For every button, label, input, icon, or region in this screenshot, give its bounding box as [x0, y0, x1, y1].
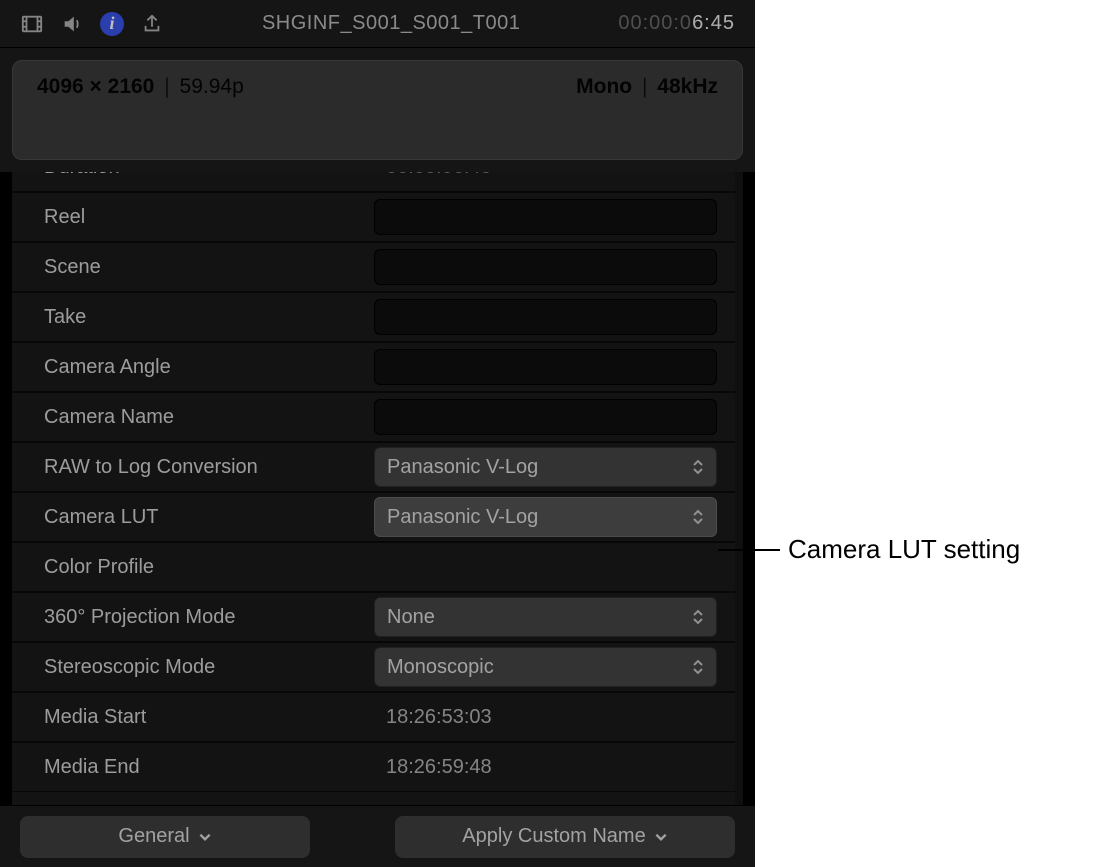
summary-fps: 59.94p	[180, 75, 244, 98]
info-icon[interactable]: i	[100, 12, 124, 36]
input-camera-angle[interactable]	[374, 349, 717, 385]
clip-title: SHGINF_S001_S001_T001	[180, 12, 602, 35]
popup-projection[interactable]: None	[374, 597, 717, 637]
row-scene: Scene	[12, 242, 735, 292]
popup-stereo[interactable]: Monoscopic	[374, 647, 717, 687]
label-camera-name: Camera Name	[44, 406, 374, 429]
label-scene: Scene	[44, 256, 374, 279]
metadata-view-label: General	[118, 825, 189, 848]
timecode-bright: 6:45	[692, 12, 735, 34]
chevron-down-icon	[654, 832, 668, 842]
chevron-updown-icon	[692, 448, 706, 486]
chevron-updown-icon	[692, 648, 706, 686]
chevron-down-icon	[198, 832, 212, 842]
apply-custom-name-button[interactable]: Apply Custom Name	[395, 816, 735, 858]
header-timecode: 00:00:06:45	[618, 12, 735, 35]
filmstrip-icon[interactable]	[20, 12, 44, 36]
timecode-dim: 00:00:0	[618, 12, 692, 34]
value-color-profile	[374, 549, 717, 585]
chevron-updown-icon	[692, 598, 706, 636]
apply-custom-name-label: Apply Custom Name	[462, 825, 645, 848]
label-duration: Duration	[44, 172, 374, 179]
row-reel: Reel	[12, 192, 735, 242]
row-media-end: Media End 18:26:59:48	[12, 742, 735, 792]
input-reel[interactable]	[374, 199, 717, 235]
metadata-rows-wrap: Duration 00:00:06:45 Reel Scene Take Cam…	[0, 172, 755, 805]
label-reel: Reel	[44, 206, 374, 229]
row-camera-angle: Camera Angle	[12, 342, 735, 392]
label-color-profile: Color Profile	[44, 556, 374, 579]
row-duration: Duration 00:00:06:45	[12, 172, 735, 192]
summary-resolution: 4096 × 2160	[37, 75, 154, 98]
value-media-start: 18:26:53:03	[374, 699, 717, 735]
metadata-view-button[interactable]: General	[20, 816, 310, 858]
label-camera-angle: Camera Angle	[44, 356, 374, 379]
label-media-start: Media Start	[44, 706, 374, 729]
label-take: Take	[44, 306, 374, 329]
clip-summary: 4096 × 2160 | 59.94p Mono | 48kHz	[12, 60, 743, 160]
summary-channels: Mono	[576, 75, 632, 98]
summary-audio: Mono | 48kHz	[576, 75, 718, 99]
speaker-icon[interactable]	[60, 12, 84, 36]
row-color-profile: Color Profile	[12, 542, 735, 592]
label-camera-lut: Camera LUT	[44, 506, 374, 529]
value-projection: None	[387, 606, 435, 629]
label-stereo: Stereoscopic Mode	[44, 656, 374, 679]
bottom-bar: General Apply Custom Name	[0, 805, 755, 867]
row-projection: 360° Projection Mode None	[12, 592, 735, 642]
label-media-end: Media End	[44, 756, 374, 779]
summary-wrap: 4096 × 2160 | 59.94p Mono | 48kHz	[0, 48, 755, 172]
callout-text: Camera LUT setting	[788, 534, 1020, 565]
chevron-updown-icon	[692, 498, 706, 536]
value-media-end: 18:26:59:48	[374, 749, 717, 785]
scrollbar[interactable]	[735, 172, 743, 805]
value-raw-to-log: Panasonic V-Log	[387, 456, 538, 479]
inspector-top-bar: i SHGINF_S001_S001_T001 00:00:06:45	[0, 0, 755, 48]
row-camera-lut: Camera LUT Panasonic V-Log	[12, 492, 735, 542]
row-stereo: Stereoscopic Mode Monoscopic	[12, 642, 735, 692]
popup-raw-to-log[interactable]: Panasonic V-Log	[374, 447, 717, 487]
label-projection: 360° Projection Mode	[44, 606, 374, 629]
callout-camera-lut: Camera LUT setting	[718, 534, 1020, 565]
input-camera-name[interactable]	[374, 399, 717, 435]
row-take: Take	[12, 292, 735, 342]
callout-line	[718, 549, 780, 551]
input-take[interactable]	[374, 299, 717, 335]
share-icon[interactable]	[140, 12, 164, 36]
value-duration: 00:00:06:45	[374, 172, 717, 185]
input-scene[interactable]	[374, 249, 717, 285]
row-media-start: Media Start 18:26:53:03	[12, 692, 735, 742]
row-camera-name: Camera Name	[12, 392, 735, 442]
label-raw-to-log: RAW to Log Conversion	[44, 456, 374, 479]
row-raw-to-log: RAW to Log Conversion Panasonic V-Log	[12, 442, 735, 492]
value-stereo: Monoscopic	[387, 656, 494, 679]
inspector-panel: i SHGINF_S001_S001_T001 00:00:06:45 4096…	[0, 0, 755, 867]
popup-camera-lut[interactable]: Panasonic V-Log	[374, 497, 717, 537]
value-camera-lut: Panasonic V-Log	[387, 506, 538, 529]
metadata-rows: Duration 00:00:06:45 Reel Scene Take Cam…	[12, 172, 735, 792]
summary-rate: 48kHz	[657, 75, 718, 98]
summary-video: 4096 × 2160 | 59.94p	[37, 75, 244, 99]
